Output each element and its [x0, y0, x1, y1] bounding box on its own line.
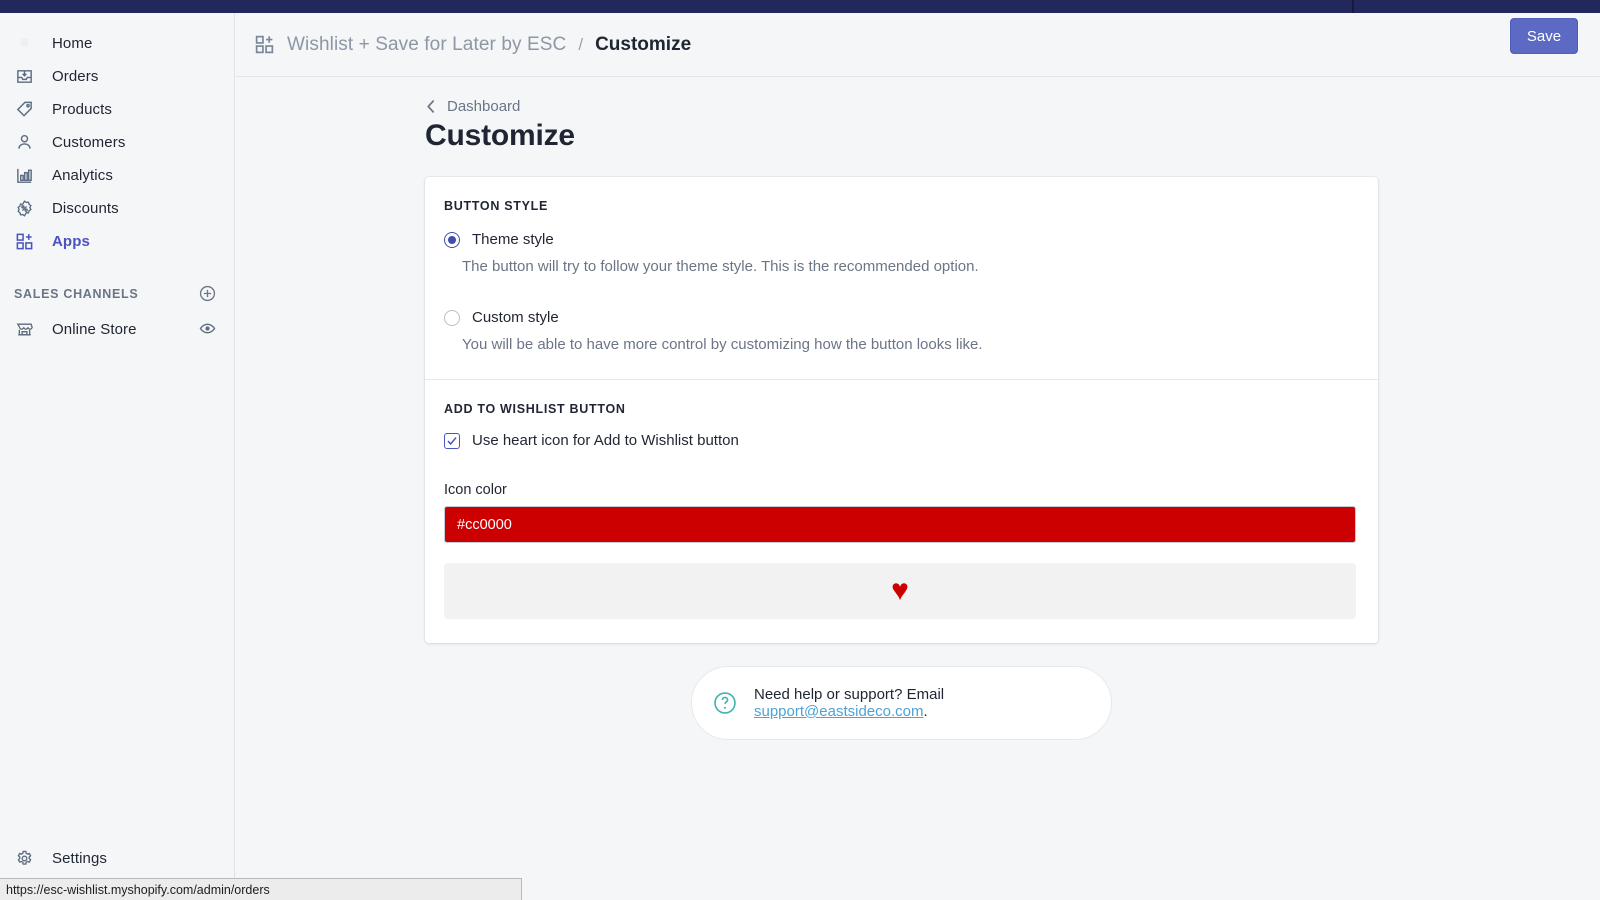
sidebar-item-label: Home — [52, 35, 92, 52]
radio-theme-style[interactable] — [444, 232, 460, 248]
radio-option-description: You will be able to have more control by… — [462, 334, 1358, 355]
discounts-icon — [12, 198, 36, 220]
support-text-after: . — [923, 703, 927, 720]
radio-option-theme-style[interactable]: Theme style — [444, 229, 1358, 250]
sidebar-item-label: Orders — [52, 68, 98, 85]
products-icon — [12, 99, 36, 121]
heart-icon: ♥ — [891, 576, 909, 606]
sidebar: Home Orders Products — [0, 13, 235, 900]
heart-icon-checkbox-row[interactable]: Use heart icon for Add to Wishlist butto… — [444, 432, 1358, 449]
store-icon — [12, 318, 36, 340]
breadcrumb-current-page: Customize — [595, 34, 691, 56]
sidebar-item-label: Analytics — [52, 167, 113, 184]
back-to-dashboard-link[interactable]: Dashboard — [425, 98, 520, 115]
sidebar-item-label: Settings — [52, 850, 107, 867]
save-button[interactable]: Save — [1510, 18, 1578, 54]
sidebar-item-customers[interactable]: Customers — [0, 126, 234, 159]
apps-icon — [12, 231, 36, 253]
support-banner: Need help or support? Email support@east… — [691, 666, 1112, 740]
breadcrumb: Wishlist + Save for Later by ESC / Custo… — [236, 34, 691, 56]
wishlist-button-label: ADD TO WISHLIST BUTTON — [444, 402, 1358, 416]
orders-icon — [12, 66, 36, 88]
wishlist-button-section: ADD TO WISHLIST BUTTON Use heart icon fo… — [425, 380, 1378, 643]
chevron-left-icon — [425, 99, 438, 114]
customers-icon — [12, 132, 36, 154]
support-text: Need help or support? Email support@east… — [754, 686, 1111, 720]
heart-icon-checkbox[interactable] — [444, 433, 460, 449]
breadcrumb-separator: / — [578, 35, 583, 55]
support-email-link[interactable]: support@eastsideco.com — [754, 703, 923, 720]
main-content: Dashboard Customize BUTTON STYLE Theme s… — [236, 77, 1600, 863]
sidebar-item-products[interactable]: Products — [0, 93, 234, 126]
plus-circle-icon[interactable] — [198, 284, 218, 304]
sidebar-item-label: Discounts — [52, 200, 119, 217]
browser-top-bar-divider — [1352, 0, 1354, 13]
radio-custom-style[interactable] — [444, 310, 460, 326]
eye-icon[interactable] — [198, 319, 218, 339]
sidebar-item-settings[interactable]: Settings — [0, 841, 107, 875]
browser-status-bar: https://esc-wishlist.myshopify.com/admin… — [0, 878, 522, 900]
gear-icon — [12, 847, 36, 869]
sidebar-item-label: Products — [52, 101, 112, 118]
radio-option-title: Theme style — [472, 229, 554, 250]
sales-channels-title: SALES CHANNELS — [14, 287, 138, 301]
sidebar-item-home[interactable]: Home — [0, 27, 234, 60]
radio-option-body: Theme style — [472, 229, 554, 250]
back-link-label: Dashboard — [447, 98, 520, 115]
button-style-section: BUTTON STYLE Theme style The button will… — [425, 177, 1378, 379]
page-title: Customize — [425, 119, 575, 153]
sidebar-item-discounts[interactable]: Discounts — [0, 192, 234, 225]
sales-channels-header: SALES CHANNELS — [0, 258, 234, 312]
main-header: Wishlist + Save for Later by ESC / Custo… — [236, 13, 1600, 77]
radio-option-custom-style[interactable]: Custom style — [444, 307, 1358, 328]
sidebar-item-online-store[interactable]: Online Store — [0, 312, 234, 346]
sidebar-nav-list: Home Orders Products — [0, 13, 234, 258]
heart-preview-box: ♥ — [444, 563, 1356, 619]
apps-icon — [254, 34, 275, 55]
sidebar-item-orders[interactable]: Orders — [0, 60, 234, 93]
customize-card: BUTTON STYLE Theme style The button will… — [425, 177, 1378, 643]
question-circle-icon — [712, 690, 738, 716]
home-icon — [12, 33, 36, 55]
sidebar-item-label: Apps — [52, 233, 90, 250]
radio-option-body: Custom style — [472, 307, 559, 328]
heart-icon-checkbox-label: Use heart icon for Add to Wishlist butto… — [472, 432, 739, 449]
analytics-icon — [12, 165, 36, 187]
button-style-label: BUTTON STYLE — [444, 199, 1358, 213]
support-text-before: Need help or support? Email — [754, 686, 944, 703]
icon-color-input[interactable]: #cc0000 — [444, 506, 1356, 543]
sidebar-item-analytics[interactable]: Analytics — [0, 159, 234, 192]
sidebar-item-label: Online Store — [52, 321, 198, 338]
sidebar-item-label: Customers — [52, 134, 125, 151]
icon-color-label: Icon color — [444, 482, 1358, 498]
breadcrumb-app-name[interactable]: Wishlist + Save for Later by ESC — [287, 34, 566, 56]
sidebar-item-apps[interactable]: Apps — [0, 225, 234, 258]
radio-option-description: The button will try to follow your theme… — [462, 256, 1358, 277]
radio-option-title: Custom style — [472, 307, 559, 328]
browser-top-bar — [0, 0, 1600, 13]
